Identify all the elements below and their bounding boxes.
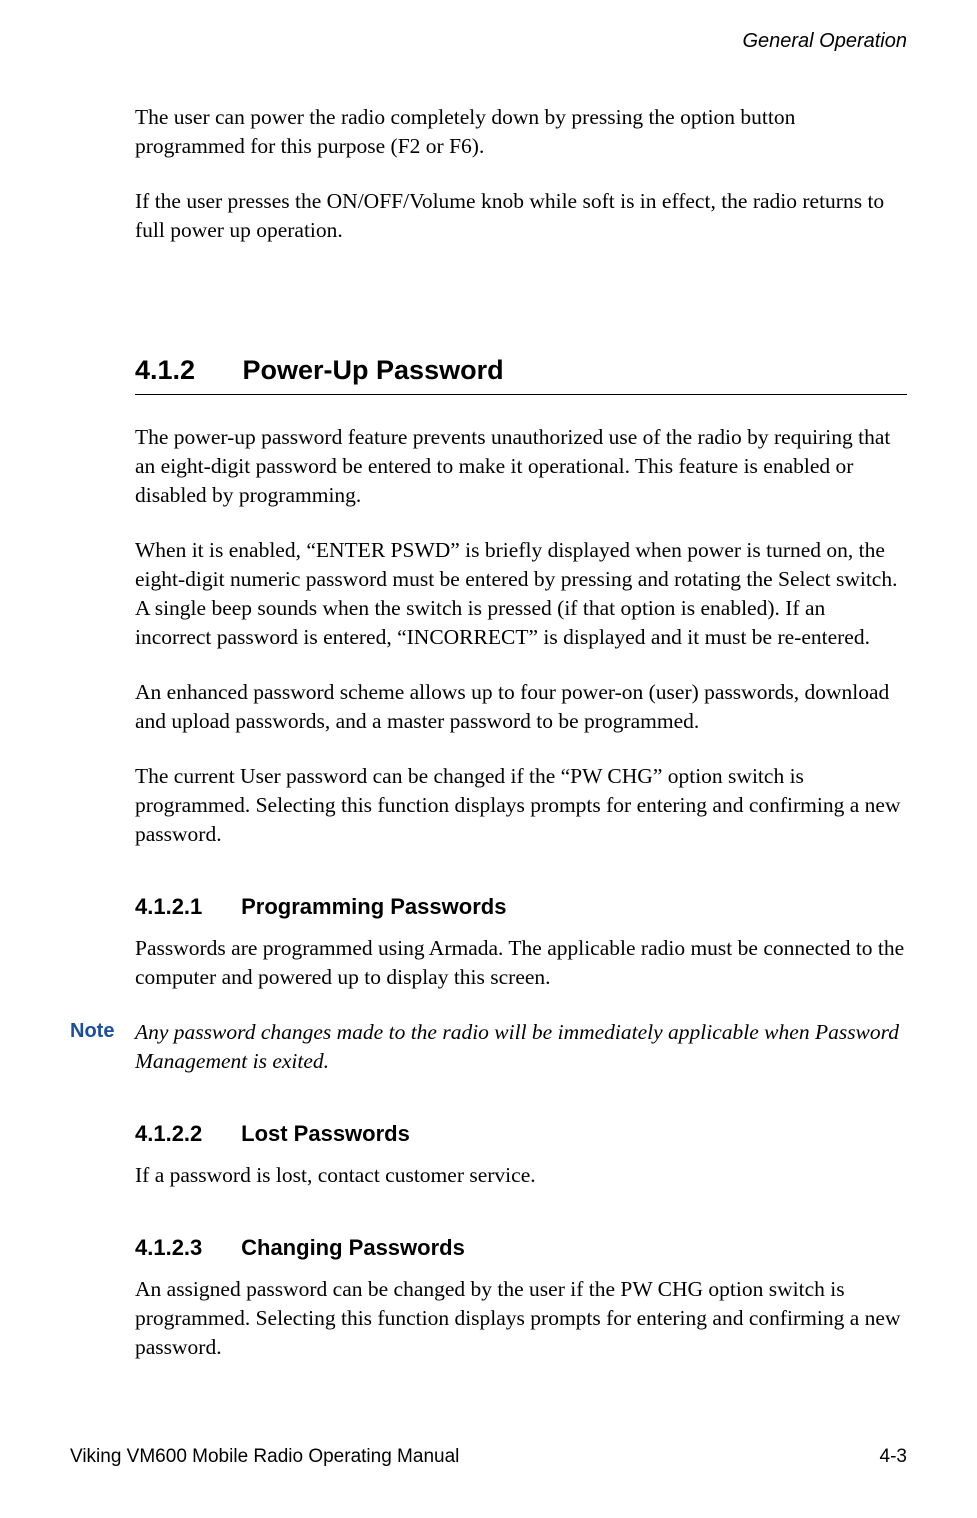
page-footer: Viking VM600 Mobile Radio Operating Manu…: [70, 1446, 907, 1468]
s412-paragraph-3: An enhanced password scheme allows up to…: [135, 678, 907, 736]
note-block: Note Any password changes made to the ra…: [70, 1018, 907, 1076]
heading-number: 4.1.2: [135, 355, 235, 386]
heading-title: Lost Passwords: [241, 1121, 410, 1146]
page: General Operation The user can power the…: [0, 0, 977, 1518]
footer-page-number: 4-3: [880, 1446, 907, 1468]
intro-paragraph-2: If the user presses the ON/OFF/Volume kn…: [135, 187, 907, 245]
header-section-title: General Operation: [742, 30, 907, 52]
body-content: The user can power the radio completely …: [70, 103, 907, 1446]
heading-lost-passwords: 4.1.2.2 Lost Passwords: [135, 1121, 907, 1147]
heading-title: Programming Passwords: [241, 894, 506, 919]
s4123-paragraph-1: An assigned password can be changed by t…: [135, 1275, 907, 1362]
heading-programming-passwords: 4.1.2.1 Programming Passwords: [135, 894, 907, 920]
note-label: Note: [70, 1018, 135, 1043]
heading-title: Changing Passwords: [241, 1235, 465, 1260]
heading-power-up-password: 4.1.2 Power-Up Password: [135, 355, 907, 395]
running-header: General Operation: [70, 30, 907, 53]
heading-number: 4.1.2.2: [135, 1121, 235, 1147]
s412-paragraph-1: The power-up password feature prevents u…: [135, 423, 907, 510]
heading-changing-passwords: 4.1.2.3 Changing Passwords: [135, 1235, 907, 1261]
intro-paragraph-1: The user can power the radio completely …: [135, 103, 907, 161]
s4122-paragraph-1: If a password is lost, contact customer …: [135, 1161, 907, 1190]
s412-paragraph-2: When it is enabled, “ENTER PSWD” is brie…: [135, 536, 907, 652]
heading-number: 4.1.2.3: [135, 1235, 235, 1261]
heading-title: Power-Up Password: [243, 355, 504, 385]
s412-paragraph-4: The current User password can be changed…: [135, 762, 907, 849]
note-text: Any password changes made to the radio w…: [135, 1018, 907, 1076]
s4121-paragraph-1: Passwords are programmed using Armada. T…: [135, 934, 907, 992]
footer-manual-title: Viking VM600 Mobile Radio Operating Manu…: [70, 1446, 459, 1468]
heading-number: 4.1.2.1: [135, 894, 235, 920]
